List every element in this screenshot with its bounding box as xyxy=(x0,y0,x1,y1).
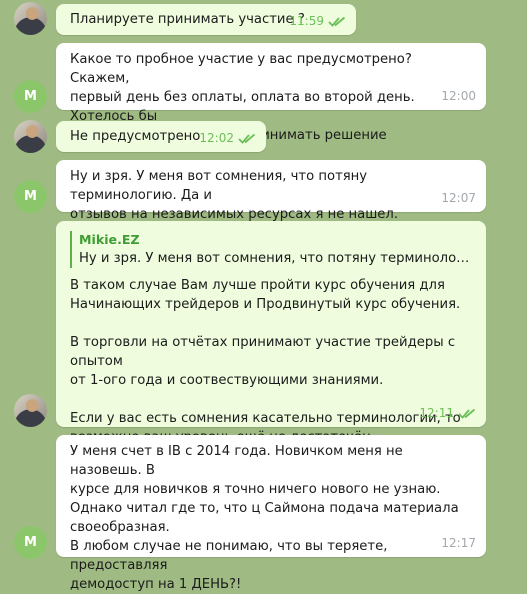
message-time: 12:11 xyxy=(419,406,454,420)
message-time: 12:07 xyxy=(441,191,476,205)
avatar-letter: M xyxy=(24,535,37,550)
message-meta: 12:17 xyxy=(441,534,476,553)
message-text: У меня счет в IB с 2014 года. Новичком м… xyxy=(70,444,459,592)
avatar-letter: M xyxy=(24,189,37,204)
message-time: 12:02 xyxy=(199,131,234,145)
avatar-letter: M xyxy=(24,89,37,104)
user-avatar-photo[interactable] xyxy=(14,2,47,35)
reply-quote[interactable]: Mikie.EZ Ну и зря. У меня вот сомнения, … xyxy=(70,231,474,268)
contact-avatar[interactable]: M xyxy=(14,526,47,559)
reply-text: Ну и зря. У меня вот сомнения, что потян… xyxy=(79,251,474,266)
message-meta: 12:00 xyxy=(441,87,476,106)
incoming-message[interactable]: Ну и зря. У меня вот сомнения, что потян… xyxy=(56,160,486,222)
double-check-icon xyxy=(328,16,346,27)
double-check-icon xyxy=(238,133,256,144)
incoming-message[interactable]: У меня счет в IB с 2014 года. Новичком м… xyxy=(56,435,486,592)
outgoing-message[interactable]: Планируете принимать участие ? 11:59 xyxy=(56,4,356,35)
incoming-message[interactable]: Какое то пробное участие у вас предусмот… xyxy=(56,43,486,143)
chat-history[interactable]: Планируете принимать участие ? 11:59 Как… xyxy=(0,0,527,592)
outgoing-message[interactable]: Не предусмотрено 12:02 xyxy=(56,121,266,152)
double-check-icon xyxy=(458,408,476,419)
message-meta: 12:11 xyxy=(419,404,476,423)
message-time: 12:00 xyxy=(441,89,476,103)
message-meta: 12:07 xyxy=(441,189,476,208)
reply-author: Mikie.EZ xyxy=(79,232,140,247)
user-avatar-photo[interactable] xyxy=(14,394,47,427)
message-meta: 12:02 xyxy=(199,129,256,148)
user-avatar-photo[interactable] xyxy=(14,120,47,153)
message-time: 11:59 xyxy=(289,14,324,28)
contact-avatar[interactable]: M xyxy=(14,80,47,113)
message-meta: 11:59 xyxy=(289,12,346,31)
message-text: Ну и зря. У меня вот сомнения, что потян… xyxy=(70,169,399,222)
message-time: 12:17 xyxy=(441,536,476,550)
outgoing-message[interactable]: Mikie.EZ Ну и зря. У меня вот сомнения, … xyxy=(56,221,486,445)
message-text: В таком случае Вам лучше пройти курс обу… xyxy=(70,278,461,445)
contact-avatar[interactable]: M xyxy=(14,180,47,213)
